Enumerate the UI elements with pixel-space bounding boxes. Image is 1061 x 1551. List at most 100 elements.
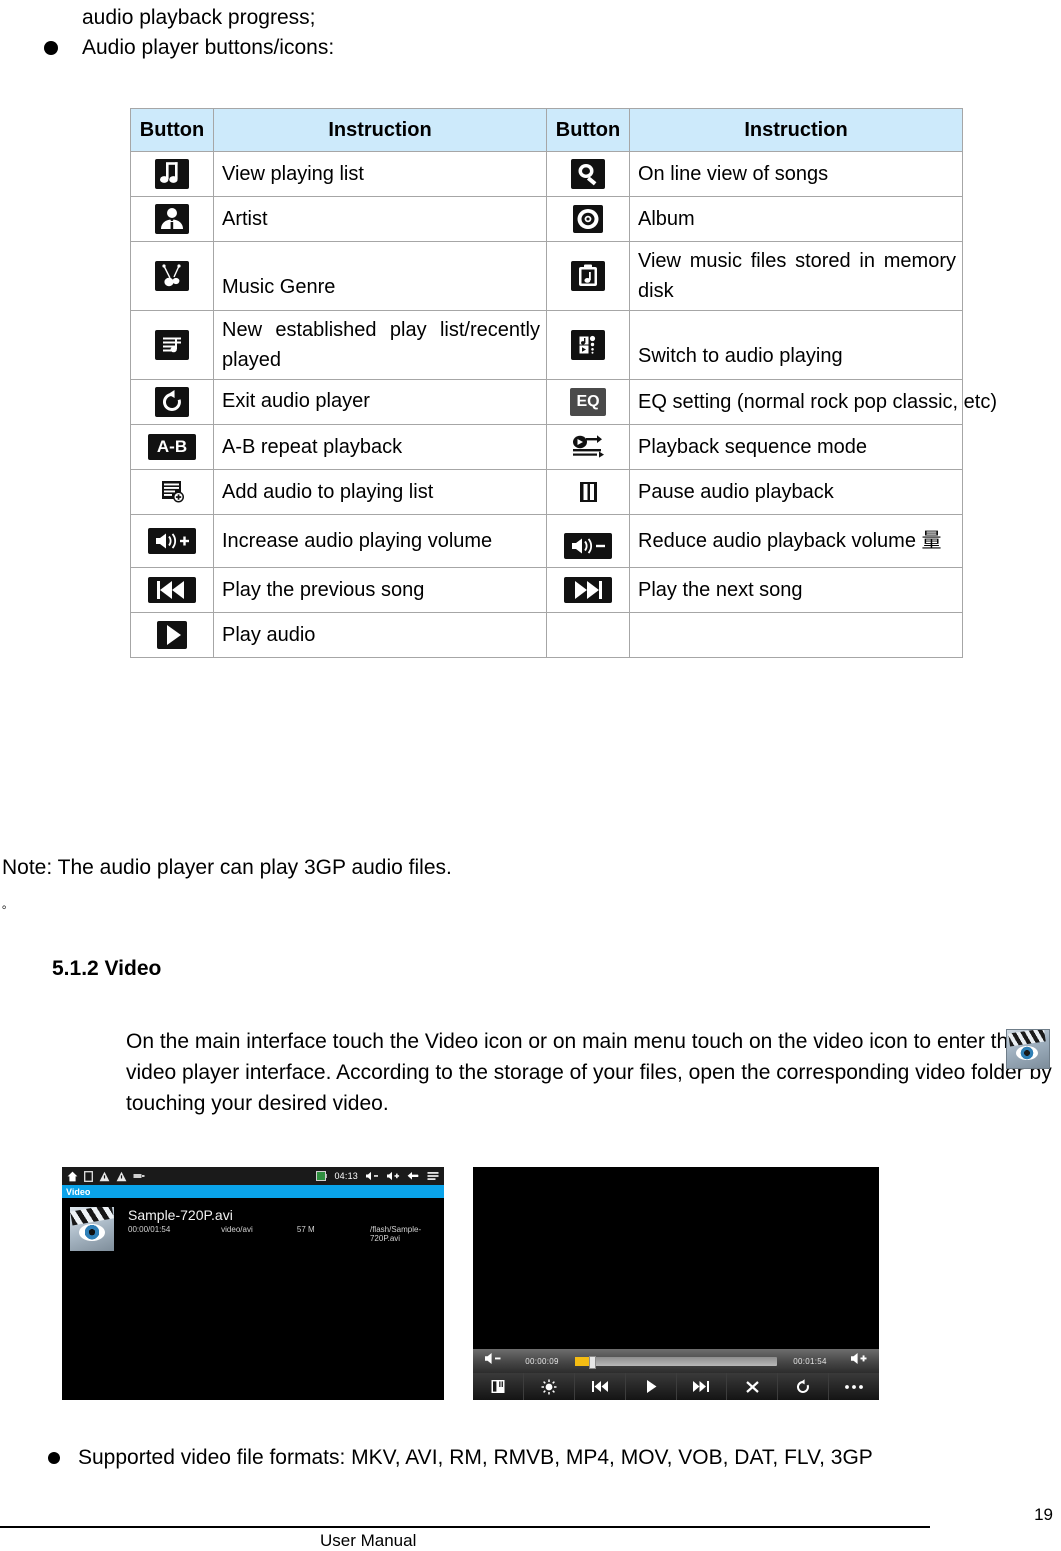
instruction-cell: EQ setting (normal rock pop classic, etc…	[629, 379, 997, 425]
supported-formats-label: Supported video file formats: MKV, AVI, …	[78, 1446, 873, 1469]
rotate-icon[interactable]	[778, 1373, 830, 1400]
file-duration-label: 00:00/01:54	[128, 1225, 171, 1234]
button-cell	[546, 567, 630, 613]
instruction-cell: View music files stored in memory disk	[629, 241, 963, 311]
file-path-label: /flash/Sample-720P.avi	[369, 1225, 422, 1243]
album-disc-icon	[573, 205, 603, 233]
instruction-cell-empty	[629, 612, 963, 658]
previous-track-icon	[148, 577, 196, 603]
next-track-icon[interactable]	[677, 1373, 728, 1400]
button-cell	[130, 196, 214, 242]
header-instruction-right: Instruction	[629, 108, 963, 152]
header-instruction-left: Instruction	[213, 108, 547, 152]
menu-icon	[427, 1172, 439, 1180]
seek-slider[interactable]	[575, 1355, 777, 1369]
button-cell: EQ	[546, 379, 630, 425]
previous-track-icon[interactable]	[575, 1373, 626, 1400]
video-thumbnail-icon	[70, 1207, 114, 1251]
total-time-label: 00:01:54	[793, 1356, 827, 1366]
instruction-cell: Play the previous song	[213, 567, 547, 613]
pause-icon	[573, 478, 603, 506]
button-cell	[130, 469, 214, 515]
footer-divider	[0, 1526, 930, 1528]
instruction-cell: Playback sequence mode	[629, 424, 963, 470]
section-heading: 5.1.2 Video	[52, 957, 162, 980]
status-bar-left-icons	[67, 1170, 145, 1182]
table-row: Increase audio playing volume Reduce aud…	[130, 514, 963, 568]
volume-down-icon	[564, 533, 612, 559]
instruction-cell: Increase audio playing volume	[213, 514, 547, 568]
instruction-cell: Music Genre	[213, 241, 547, 311]
button-cell	[546, 241, 630, 311]
eq-setting-icon: EQ	[570, 388, 606, 416]
a-b-repeat-icon: A-B	[148, 434, 196, 460]
playback-seek-bar: 00:00:09 00:01:54	[473, 1349, 879, 1373]
video-player-screenshot: 00:00:09 00:01:54	[473, 1167, 879, 1400]
bullet-point-icon	[44, 41, 58, 55]
video-list-screenshot: 04:13 Video Sample-720P.avi 00:00/01:54 …	[62, 1167, 444, 1400]
button-cell	[546, 196, 630, 242]
seek-handle[interactable]	[589, 1355, 597, 1369]
button-cell	[130, 514, 214, 568]
seek-progress-fill	[575, 1356, 590, 1366]
table-row: Play audio	[130, 612, 963, 658]
button-cell	[546, 469, 630, 515]
audio-button-icon-table: Button Instruction Button Instruction Vi…	[130, 108, 997, 658]
app-title-bar: Video	[62, 1185, 444, 1198]
stray-punctuation-mark: 。	[2, 899, 13, 911]
clapperboard-icon	[70, 1207, 114, 1226]
page-number: 19	[1034, 1505, 1053, 1524]
magnifier-search-icon	[571, 159, 605, 189]
guitar-genre-icon	[155, 261, 189, 291]
usb-connect-icon	[133, 1174, 145, 1178]
bullet-point-icon	[48, 1452, 60, 1464]
button-cell	[130, 379, 214, 425]
exit-return-icon	[155, 387, 189, 417]
table-row: Add audio to playing list Pause audio pl…	[130, 469, 963, 515]
warning-triangle-icon	[99, 1171, 110, 1181]
bookmark-icon[interactable]	[473, 1373, 524, 1400]
more-options-icon[interactable]	[829, 1373, 879, 1400]
instruction-cell: View playing list	[213, 151, 547, 197]
status-bar-right-icons: 04:13	[316, 1171, 439, 1181]
button-cell	[546, 424, 630, 470]
instruction-cell: New established play list/recently playe…	[213, 310, 547, 380]
add-to-playlist-icon	[155, 477, 189, 507]
volume-down-button[interactable]	[473, 1352, 513, 1370]
volume-up-button[interactable]	[839, 1352, 879, 1370]
intro-text-line: audio playback progress;	[82, 6, 316, 29]
play-icon	[157, 621, 187, 649]
music-note-playlist-icon	[155, 159, 189, 189]
note-text: Note: The audio player can play 3GP audi…	[2, 856, 452, 879]
playback-sequence-icon	[564, 434, 612, 460]
home-icon	[67, 1171, 78, 1181]
button-cell-empty	[546, 612, 630, 658]
brightness-icon[interactable]	[524, 1373, 575, 1400]
instruction-cell: Add audio to playing list	[213, 469, 547, 515]
instruction-cell: Reduce audio playback volume 量	[629, 514, 963, 568]
new-playlist-icon	[155, 330, 189, 360]
music-folder-icon	[571, 261, 605, 291]
instruction-cell: Play the next song	[629, 567, 963, 613]
inline-video-thumbnail-icon	[1006, 1029, 1050, 1069]
play-icon[interactable]	[626, 1373, 677, 1400]
file-size-label: 57 M	[296, 1225, 315, 1234]
header-button-right: Button	[546, 108, 630, 152]
video-file-list-item[interactable]: Sample-720P.avi 00:00/01:54 video/avi 57…	[62, 1201, 444, 1263]
clapperboard-icon	[1008, 1030, 1046, 1047]
intro-bullet-item: Audio player buttons/icons:	[44, 34, 334, 62]
close-icon[interactable]	[727, 1373, 779, 1400]
volume-down-icon	[366, 1171, 378, 1181]
volume-up-icon	[387, 1171, 400, 1181]
instruction-cell: On line view of songs	[629, 151, 963, 197]
eye-icon	[1016, 1046, 1038, 1060]
table-row: Music Genre View music files stored in m…	[130, 241, 963, 311]
volume-up-icon	[148, 528, 196, 554]
table-row: Play the previous song Play the next son…	[130, 567, 963, 613]
file-metadata: Sample-720P.avi 00:00/01:54 video/avi 57…	[128, 1207, 444, 1243]
instruction-cell: Play audio	[213, 612, 547, 658]
instruction-text: EQ setting (normal rock pop classic, etc…	[638, 391, 998, 413]
button-cell	[546, 514, 630, 568]
player-toolbar	[473, 1373, 879, 1400]
file-mime-label: video/avi	[221, 1225, 253, 1234]
